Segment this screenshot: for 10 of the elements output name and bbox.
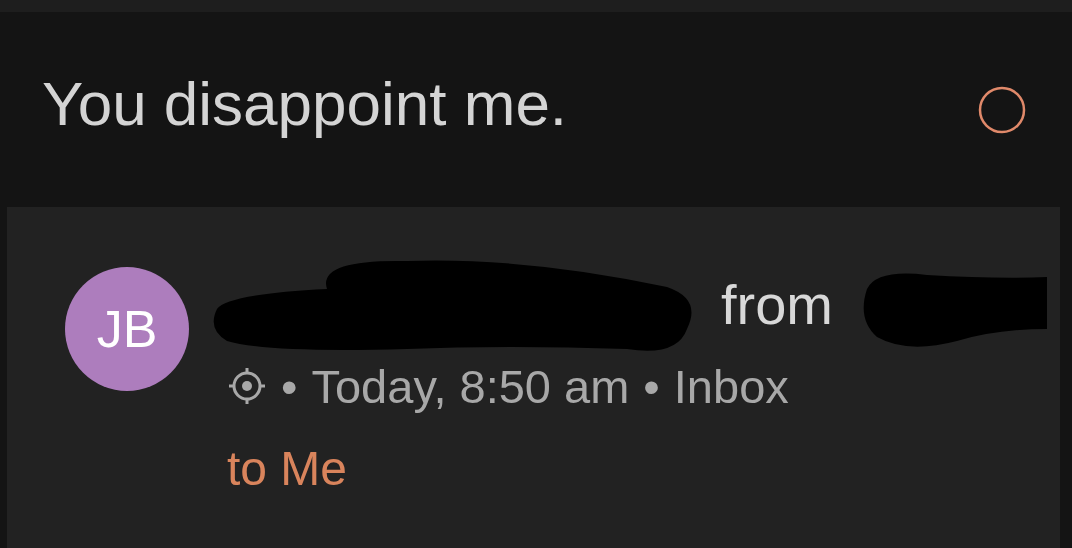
message-meta-text: • bbox=[281, 358, 298, 414]
target-icon bbox=[227, 366, 267, 406]
sender-label: from bbox=[721, 271, 833, 337]
message-meta-text: Today, 8:50 am bbox=[311, 358, 630, 414]
sender-avatar: JB bbox=[65, 267, 189, 391]
recipient-text: to Me bbox=[227, 440, 348, 496]
message-meta-text: Inbox bbox=[673, 358, 789, 414]
message-meta-text: • bbox=[643, 358, 660, 414]
circle-icon[interactable] bbox=[978, 85, 1026, 134]
email-subject: You disappoint me. bbox=[42, 70, 568, 139]
